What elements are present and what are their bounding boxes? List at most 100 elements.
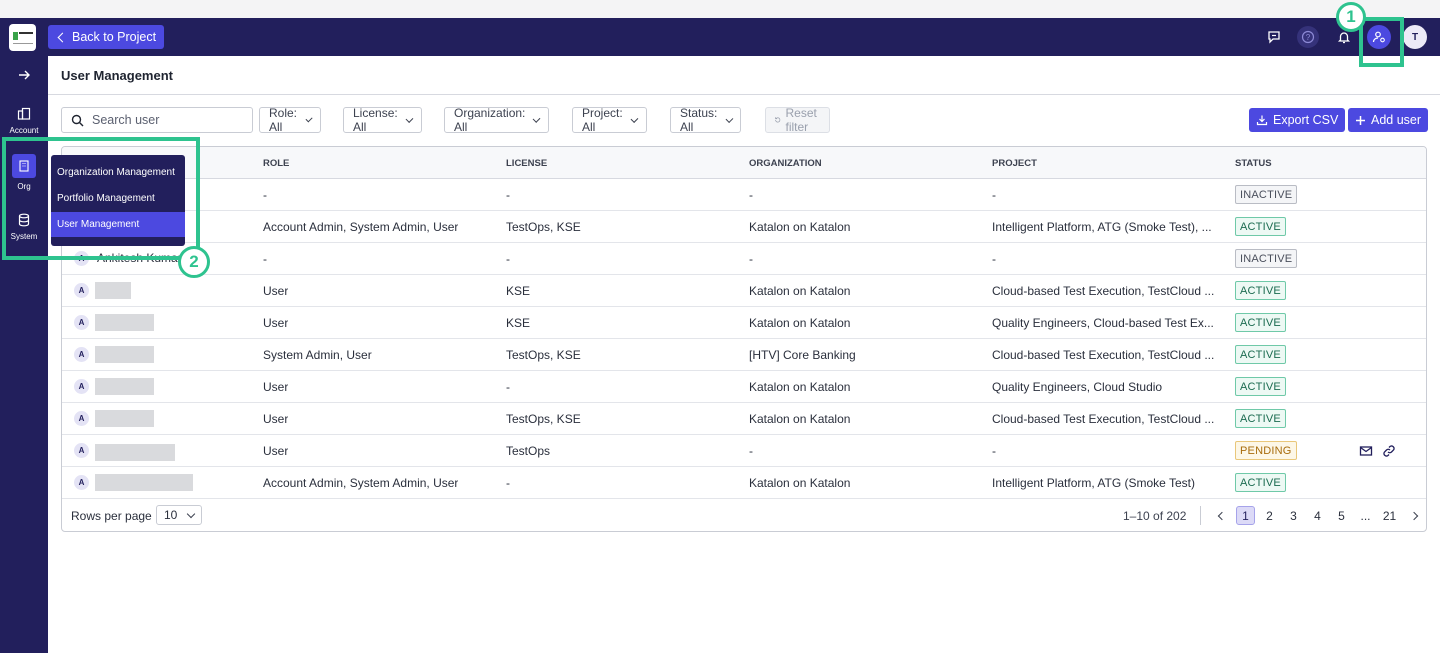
cell-role: User (263, 412, 289, 426)
page-button[interactable]: 1 (1236, 506, 1255, 525)
chevron-down-icon (532, 114, 541, 123)
chevron-left-icon (1217, 511, 1226, 520)
status-badge: ACTIVE (1235, 217, 1286, 236)
table-row[interactable]: A - - - - INACTIVE (62, 243, 1426, 275)
cell-organization: Katalon on Katalon (749, 284, 851, 298)
table-row[interactable]: A User - Katalon on Katalon Quality Engi… (62, 371, 1426, 403)
cell-role: User (263, 444, 289, 458)
table-footer: Rows per page 10 1–10 of 202 1 2 3 4 5 .… (62, 499, 1426, 531)
page-button[interactable]: 21 (1380, 506, 1399, 525)
search-input[interactable]: Search user (61, 107, 253, 133)
organization-filter[interactable]: Organization: All (444, 106, 550, 134)
cell-role: System Admin, User (263, 348, 372, 362)
cell-project: Intelligent Platform, ATG (Smoke Test) (992, 476, 1195, 490)
copy-link-icon[interactable] (1382, 444, 1396, 458)
cell-license: TestOps, KSE (506, 348, 581, 362)
avatar: A (74, 443, 89, 458)
cell-project: - (992, 444, 996, 458)
redacted-name (95, 410, 154, 427)
cell-role: User (263, 380, 289, 394)
page-button[interactable]: 5 (1332, 506, 1351, 525)
column-header-role[interactable]: ROLE (263, 158, 289, 169)
status-badge: INACTIVE (1235, 249, 1298, 268)
cell-role: - (263, 252, 267, 266)
sidebar-item-account[interactable]: Account (0, 106, 48, 135)
page-button[interactable]: 4 (1308, 506, 1327, 525)
table-row[interactable]: A User KSE Katalon on Katalon Quality En… (62, 307, 1426, 339)
table-row[interactable]: A User TestOps, KSE Katalon on Katalon C… (62, 403, 1426, 435)
column-header-license[interactable]: LICENSE (506, 158, 547, 169)
column-header-status[interactable]: STATUS (1235, 158, 1272, 169)
cell-license: - (506, 476, 510, 490)
cell-organization: [HTV] Core Banking (749, 348, 856, 362)
cell-license: - (506, 252, 510, 266)
table-row[interactable]: A System Admin, User TestOps, KSE [HTV] … (62, 339, 1426, 371)
expand-sidebar-button[interactable] (0, 68, 48, 84)
role-filter-label: Role: All (269, 106, 298, 134)
rows-per-page-select[interactable]: 10 (156, 505, 202, 525)
next-page-button[interactable] (1404, 506, 1423, 525)
resend-email-icon[interactable] (1359, 444, 1373, 458)
chevron-down-icon (630, 114, 639, 123)
cell-project: Quality Engineers, Cloud-based Test Ex..… (992, 316, 1214, 330)
feedback-icon[interactable] (1263, 26, 1285, 48)
redacted-name (95, 474, 193, 491)
export-csv-button[interactable]: Export CSV (1249, 108, 1346, 132)
cell-organization: - (749, 188, 753, 202)
cell-license: KSE (506, 316, 531, 330)
chevron-down-icon (305, 114, 313, 123)
users-table: ROLE LICENSE ORGANIZATION PROJECT STATUS… (61, 146, 1427, 532)
chevron-down-icon (405, 114, 414, 123)
page-ellipsis: ... (1360, 508, 1371, 523)
table-row[interactable]: A User KSE Katalon on Katalon Cloud-base… (62, 275, 1426, 307)
cell-organization: - (749, 444, 753, 458)
table-row[interactable]: - - - - INACTIVE (62, 179, 1426, 211)
status-filter-label: Status: All (680, 106, 718, 134)
back-label: Back to Project (72, 30, 157, 44)
status-filter[interactable]: Status: All (670, 106, 742, 134)
status-badge: ACTIVE (1235, 409, 1286, 428)
cell-license: - (506, 188, 510, 202)
user-avatar[interactable]: T (1403, 25, 1427, 49)
avatar: A (74, 347, 89, 362)
cell-role: - (263, 188, 267, 202)
status-badge: ACTIVE (1235, 377, 1286, 396)
search-placeholder: Search user (92, 113, 160, 127)
add-user-button[interactable]: Add user (1348, 108, 1429, 132)
page-button[interactable]: 3 (1284, 506, 1303, 525)
avatar: A (74, 379, 89, 394)
redacted-name (95, 378, 154, 395)
reset-filter-button[interactable]: Reset filter (765, 106, 831, 134)
table-row[interactable]: A User TestOps - - PENDING (62, 435, 1426, 467)
cell-organization: Katalon on Katalon (749, 412, 851, 426)
redacted-name (95, 346, 154, 363)
page-button[interactable]: 2 (1260, 506, 1279, 525)
redacted-name (95, 282, 131, 299)
status-badge: ACTIVE (1235, 345, 1286, 364)
cell-project: Cloud-based Test Execution, TestCloud ..… (992, 412, 1215, 426)
column-header-organization[interactable]: ORGANIZATION (749, 158, 822, 169)
svg-text:?: ? (1306, 33, 1311, 42)
redacted-name (95, 314, 154, 331)
browser-strip (0, 0, 1440, 18)
katalon-logo[interactable] (9, 24, 36, 51)
table-row[interactable]: A Account Admin, System Admin, User - Ka… (62, 467, 1426, 499)
top-bar: Back to Project ? T (0, 18, 1440, 56)
back-to-project-button[interactable]: Back to Project (48, 25, 165, 49)
license-filter[interactable]: License: All (343, 106, 422, 134)
project-filter[interactable]: Project: All (572, 106, 647, 134)
sidebar-item-label: Account (9, 126, 39, 135)
cell-license: TestOps, KSE (506, 220, 581, 234)
cell-organization: - (749, 252, 753, 266)
arrow-right-icon (19, 70, 30, 80)
previous-page-button[interactable] (1212, 506, 1231, 525)
cell-organization: Katalon on Katalon (749, 380, 851, 394)
table-row[interactable]: Account Admin, System Admin, User TestOp… (62, 211, 1426, 243)
cell-organization: Katalon on Katalon (749, 476, 851, 490)
help-icon[interactable]: ? (1297, 26, 1319, 48)
avatar: A (74, 283, 89, 298)
role-filter[interactable]: Role: All (259, 106, 322, 134)
column-header-project[interactable]: PROJECT (992, 158, 1037, 169)
status-badge: ACTIVE (1235, 281, 1286, 300)
chevron-down-icon (187, 509, 196, 518)
